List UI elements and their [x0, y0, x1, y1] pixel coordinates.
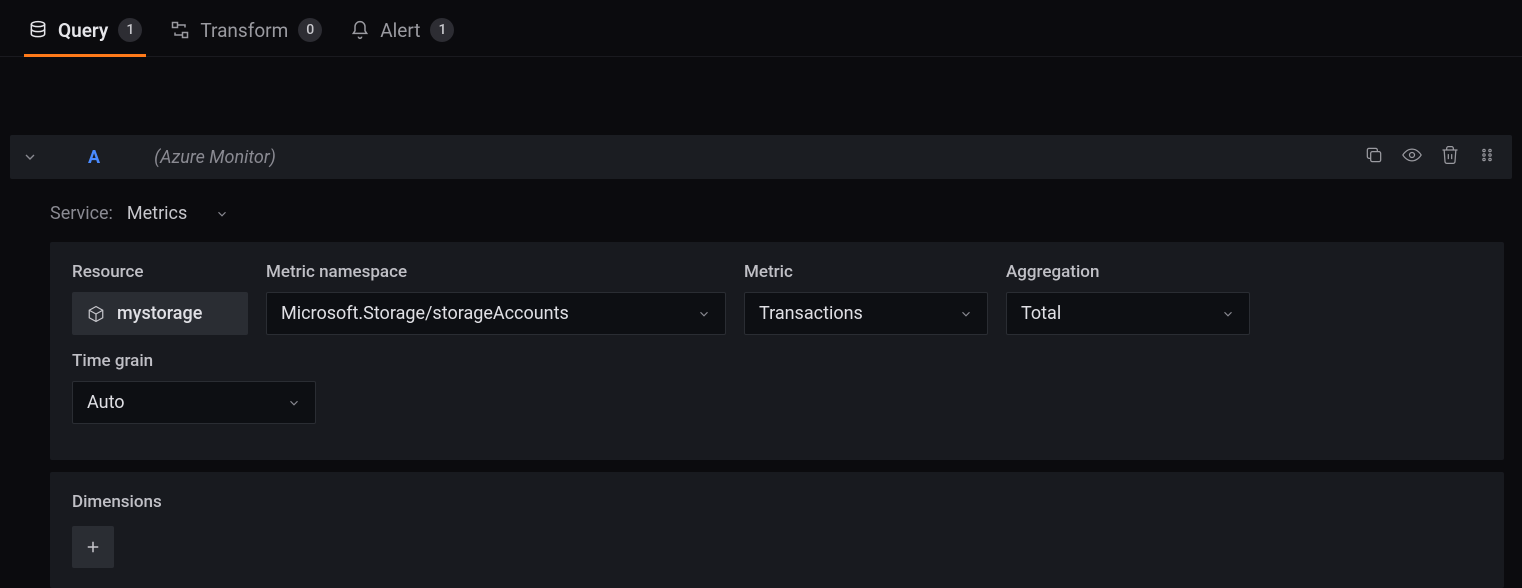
- plus-icon: [84, 538, 102, 556]
- trash-icon[interactable]: [1440, 145, 1460, 169]
- tab-badge: 1: [430, 18, 454, 42]
- chevron-down-icon: [287, 396, 301, 410]
- dimensions-panel: Dimensions: [50, 472, 1504, 588]
- service-value: Metrics: [127, 203, 187, 224]
- metric-label: Metric: [744, 262, 988, 282]
- timegrain-select[interactable]: Auto: [72, 381, 316, 424]
- metric-value: Transactions: [759, 303, 863, 324]
- resource-value: mystorage: [117, 303, 202, 324]
- copy-icon[interactable]: [1364, 145, 1384, 169]
- metric-select[interactable]: Transactions: [744, 292, 988, 335]
- chevron-down-icon: [215, 207, 229, 221]
- database-icon: [28, 20, 48, 40]
- tab-badge: 0: [298, 18, 322, 42]
- tab-badge: 1: [118, 18, 142, 42]
- chevron-down-icon[interactable]: [22, 149, 38, 165]
- aggregation-select[interactable]: Total: [1006, 292, 1250, 335]
- timegrain-label: Time grain: [72, 351, 316, 371]
- toolbar-spacer: [10, 73, 1512, 85]
- resource-button[interactable]: mystorage: [72, 292, 248, 335]
- eye-icon[interactable]: [1402, 145, 1422, 169]
- transform-icon: [170, 20, 190, 40]
- aggregation-value: Total: [1021, 303, 1061, 324]
- tab-label: Transform: [200, 19, 288, 42]
- cube-icon: [87, 305, 105, 323]
- resource-label: Resource: [72, 262, 248, 282]
- chevron-down-icon: [1221, 307, 1235, 321]
- chevron-down-icon: [959, 307, 973, 321]
- metrics-panel: Resource mystorage Metric namespace Micr…: [50, 242, 1504, 460]
- tab-transform[interactable]: Transform 0: [170, 18, 322, 56]
- editor-tabs: Query 1 Transform 0 Alert 1: [0, 0, 1522, 57]
- namespace-value: Microsoft.Storage/storageAccounts: [281, 303, 569, 324]
- query-ref-id: A: [88, 147, 100, 168]
- query-actions: [1364, 145, 1500, 169]
- aggregation-label: Aggregation: [1006, 262, 1250, 282]
- tab-alert[interactable]: Alert 1: [350, 18, 454, 56]
- timegrain-value: Auto: [87, 392, 125, 413]
- service-label: Service:: [50, 203, 113, 224]
- add-dimension-button[interactable]: [72, 526, 114, 568]
- query-datasource: (Azure Monitor): [154, 147, 1350, 168]
- namespace-select[interactable]: Microsoft.Storage/storageAccounts: [266, 292, 726, 335]
- service-selector[interactable]: Service: Metrics: [10, 203, 1512, 242]
- bell-icon: [350, 20, 370, 40]
- namespace-label: Metric namespace: [266, 262, 726, 282]
- drag-handle-icon[interactable]: [1478, 146, 1496, 168]
- chevron-down-icon: [697, 307, 711, 321]
- tab-query[interactable]: Query 1: [28, 18, 142, 56]
- tab-label: Alert: [380, 19, 420, 42]
- query-header[interactable]: A (Azure Monitor): [10, 135, 1512, 179]
- dimensions-label: Dimensions: [72, 492, 1482, 512]
- tab-label: Query: [58, 19, 108, 42]
